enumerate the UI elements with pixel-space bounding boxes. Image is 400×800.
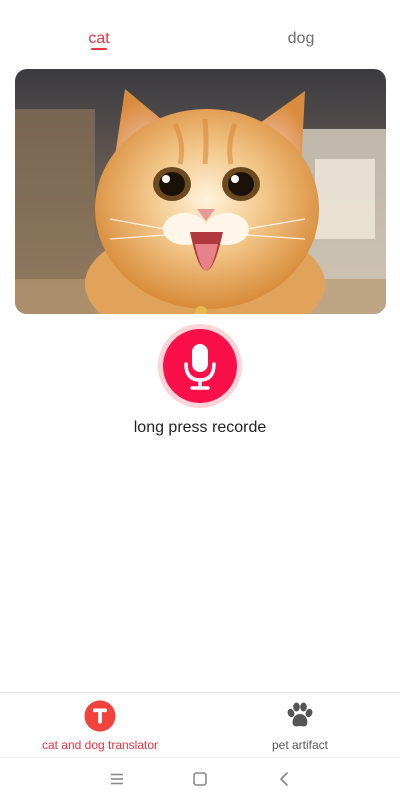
tab-active-indicator bbox=[91, 48, 107, 50]
paw-icon bbox=[287, 702, 313, 727]
bottom-navigation: cat and dog translator pet artifact bbox=[0, 692, 400, 757]
record-button[interactable] bbox=[158, 324, 242, 408]
app-screen: cat dog long press recorde cat and dog t… bbox=[0, 0, 400, 800]
record-instruction-label: long press recorde bbox=[133, 419, 267, 436]
home-icon[interactable] bbox=[190, 769, 210, 789]
back-icon[interactable] bbox=[274, 769, 294, 789]
translator-t-icon bbox=[84, 700, 116, 732]
nav-label-translator: cat and dog translator bbox=[41, 738, 159, 752]
tab-cat[interactable]: cat bbox=[66, 28, 132, 50]
microphone-icon bbox=[184, 344, 216, 390]
tab-bar: cat dog bbox=[0, 0, 400, 62]
cat-photo-image bbox=[15, 69, 386, 314]
menu-icon[interactable] bbox=[107, 769, 127, 789]
record-button-inner bbox=[163, 329, 237, 403]
system-navigation-bar bbox=[0, 757, 400, 800]
nav-item-pet-artifact[interactable]: pet artifact bbox=[200, 693, 400, 757]
nav-item-translator[interactable]: cat and dog translator bbox=[0, 693, 200, 757]
nav-label-pet-artifact: pet artifact bbox=[271, 738, 329, 752]
cat-photo bbox=[15, 69, 386, 314]
tab-dog[interactable]: dog bbox=[268, 28, 334, 50]
